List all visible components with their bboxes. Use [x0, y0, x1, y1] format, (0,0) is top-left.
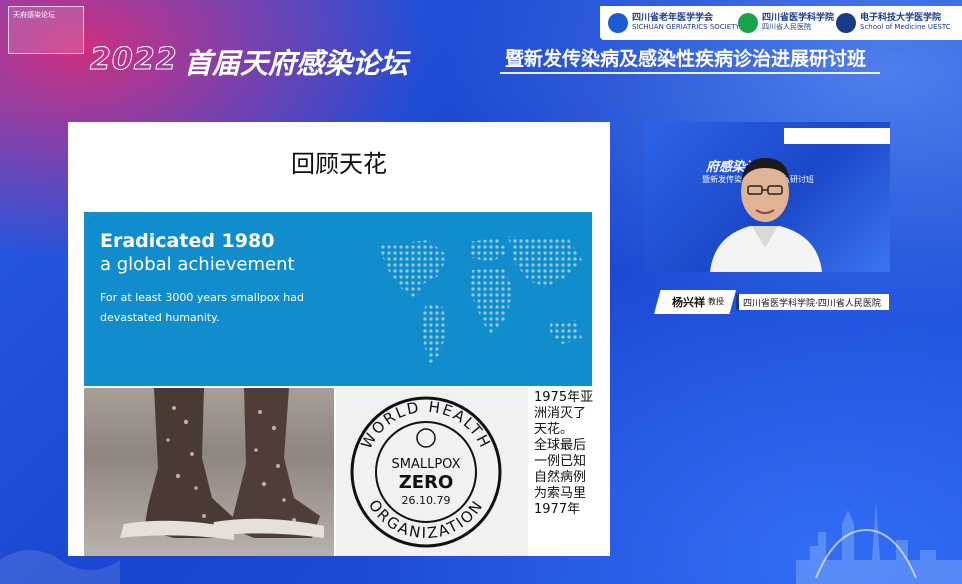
side-note-line: 天花。 [534, 422, 574, 437]
side-note-line: 全球最后 [534, 438, 587, 453]
page-subtitle: 暨新发传染病及感染性疾病诊治进展研讨班 [505, 48, 867, 70]
banner-subheadline: a global achievement [100, 254, 295, 275]
side-note-line: 一例已知 [534, 454, 587, 469]
side-note-line: 1977年 [534, 502, 581, 517]
sponsor-2-logo-icon [738, 13, 758, 33]
header: 天府感染论坛 2022 首届天府感染论坛 暨新发传染病及感染性疾病诊治进展研讨班… [0, 0, 962, 100]
forum-logo-text: 天府感染论坛 [13, 11, 55, 19]
shared-slide: 回顾天花 Eradicated 1980 a global achievemen… [68, 122, 610, 556]
sponsor-3-logo-icon [836, 13, 856, 33]
wave-decoration [0, 550, 120, 584]
sponsor-1-en: SICHUAN GERIATRICS SOCIETY [632, 23, 740, 31]
speaker-video-icon [710, 158, 822, 272]
side-note-line: 自然病例 [534, 470, 587, 485]
side-note: 1975年亚 洲消灭了 天花。 全球最后 一例已知 自然病例 为索马里 1977… [534, 390, 606, 518]
sponsor-3-en: School of Medicine UESTC [860, 23, 951, 31]
sponsor-bar: 四川省老年医学学会 SICHUAN GERIATRICS SOCIETY 四川省医… [600, 6, 962, 40]
stamp-date: 26.10.79 [402, 494, 451, 507]
speaker-title: 教授 [708, 297, 724, 306]
who-emblem-icon [416, 428, 436, 448]
side-note-line: 1975年亚 [534, 390, 594, 405]
who-stamp-seal: WORLD HEALTH ORGANIZATION SMALLPOX ZERO … [350, 396, 502, 548]
banner-body: For at least 3000 years smallpox had dev… [100, 291, 304, 324]
sponsor-1: 四川省老年医学学会 SICHUAN GERIATRICS SOCIETY [608, 10, 740, 36]
side-note-line: 为索马里 [534, 486, 587, 501]
stamp-line1: SMALLPOX [392, 457, 461, 472]
sponsor-2-name: 四川省医学科学院 [762, 13, 835, 23]
forum-logo: 天府感染论坛 [8, 6, 84, 54]
sponsor-3: 电子科技大学医学院 School of Medicine UESTC [836, 10, 951, 36]
sponsor-2-en: 四川省人民医院 [762, 23, 811, 31]
sponsor-3-name: 电子科技大学医学院 [860, 13, 942, 23]
subtitle-underline [500, 72, 880, 74]
speaker-webcam: 府感染论坛 暨新发传染病及诊治进展研讨班 [644, 122, 890, 272]
sponsor-2: 四川省医学科学院 四川省人民医院 [738, 10, 834, 36]
smallpox-photo [84, 388, 334, 556]
nameplate-org-box: 四川省医学科学院·四川省人民医院 [736, 294, 889, 310]
page-title: 首届天府感染论坛 [184, 47, 409, 80]
stamp-top-arc: WORLD HEALTH [357, 398, 492, 452]
city-skyline-decoration [796, 500, 962, 584]
stamp-line2: ZERO [399, 472, 454, 493]
banner-headline: Eradicated 1980 [100, 230, 275, 252]
sponsor-1-logo-icon [608, 13, 628, 33]
speaker-name: 杨兴祥 [672, 296, 705, 309]
nameplate-name-box: 杨兴祥 教授 [654, 290, 736, 314]
speaker-nameplate: 杨兴祥 教授 四川省医学科学院·四川省人民医院 [654, 290, 890, 314]
slide-title: 回顾天花 [291, 150, 387, 178]
world-map-dots-icon [378, 236, 582, 366]
svg-text:WORLD HEALTH: WORLD HEALTH [357, 398, 494, 452]
side-note-line: 洲消灭了 [534, 406, 587, 421]
who-banner: Eradicated 1980 a global achievement For… [84, 212, 592, 386]
who-stamp: WORLD HEALTH ORGANIZATION SMALLPOX ZERO … [336, 388, 528, 556]
smallpox-legs-image [120, 388, 324, 540]
title-year: 2022 [90, 42, 178, 78]
speaker-organization: 四川省医学科学院·四川省人民医院 [743, 299, 881, 309]
sponsor-1-name: 四川省老年医学学会 [632, 13, 714, 23]
